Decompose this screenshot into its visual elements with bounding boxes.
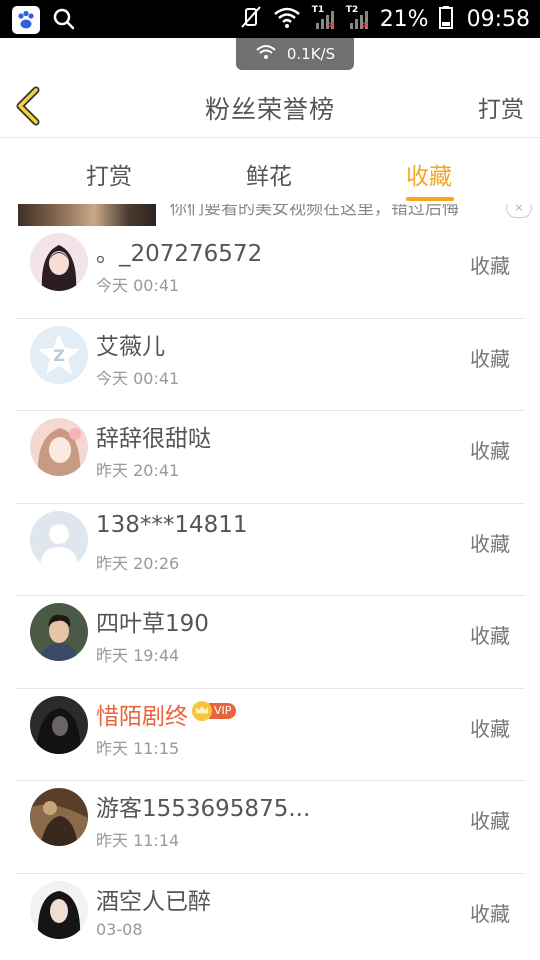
net-speed-value: 0.1K/S xyxy=(286,45,336,63)
list-item[interactable]: 138***14811 昨天 20:26 收藏 xyxy=(15,504,525,596)
user-name: 艾薇儿 xyxy=(96,333,165,360)
banner-image xyxy=(18,204,156,226)
avatar xyxy=(30,788,88,846)
vip-badge: VIP xyxy=(192,700,237,721)
timestamp: 昨天 11:14 xyxy=(96,831,180,850)
fan-list: 。_207276572 今天 00:41 收藏 Z 艾薇儿 今天 00:41 收… xyxy=(0,226,540,960)
status-bar: T1 × T2 × 21% 09:58 xyxy=(0,0,540,38)
user-name: 138***14811 xyxy=(96,511,248,538)
list-item[interactable]: 。_207276572 今天 00:41 收藏 xyxy=(15,226,525,319)
sim1-signal-icon: T1 × xyxy=(311,5,336,31)
list-item[interactable]: 游客1553695875... 昨天 11:14 收藏 xyxy=(15,781,525,874)
tab-bar: 打赏 鲜花 收藏 xyxy=(0,139,540,204)
crown-icon xyxy=(192,700,212,721)
list-item[interactable]: 惜陌剧终 VIP 昨天 11:15 收藏 xyxy=(15,689,525,781)
user-name-text: 惜陌剧终 xyxy=(96,703,188,730)
default-avatar xyxy=(30,510,88,569)
user-name: 惜陌剧终 VIP xyxy=(96,697,237,731)
list-item[interactable]: 辞辞很甜哒 昨天 20:41 收藏 xyxy=(15,411,525,504)
battery-percent: 21% xyxy=(379,6,429,32)
timestamp: 昨天 20:41 xyxy=(96,461,180,480)
net-speed-indicator: 0.1K/S xyxy=(236,38,354,70)
favorite-action[interactable]: 收藏 xyxy=(470,713,510,742)
timestamp: 昨天 19:44 xyxy=(96,646,180,665)
user-name: 游客1553695875... xyxy=(96,796,311,822)
battery-icon xyxy=(438,5,453,33)
avatar xyxy=(30,603,88,661)
favorite-action[interactable]: 收藏 xyxy=(470,898,510,927)
tab-favorites[interactable]: 收藏 xyxy=(406,157,452,191)
list-item[interactable]: 酒空人已醉 03-08 收藏 xyxy=(15,874,525,960)
avatar xyxy=(30,695,88,754)
timestamp: 今天 00:41 xyxy=(96,368,180,388)
sim2-signal-icon: T2 × xyxy=(345,5,370,31)
ad-banner[interactable]: 你们要看的美女视频在这里，错过后悔 × xyxy=(0,204,540,226)
wifi-icon xyxy=(255,43,277,65)
user-name: 四叶草190 xyxy=(96,611,209,637)
list-item[interactable]: 四叶草190 昨天 19:44 收藏 xyxy=(15,596,525,689)
user-name: 酒空人已醉 xyxy=(96,888,211,915)
favorite-action[interactable]: 收藏 xyxy=(470,620,510,649)
tab-reward[interactable]: 打赏 xyxy=(86,157,132,191)
page-title: 粉丝荣誉榜 xyxy=(204,95,335,124)
wifi-icon xyxy=(272,5,302,33)
tab-flowers[interactable]: 鲜花 xyxy=(246,157,292,191)
active-tab-indicator xyxy=(406,197,454,201)
banner-text: 你们要看的美女视频在这里，错过后悔 xyxy=(170,204,459,219)
status-time: 09:58 xyxy=(466,6,530,32)
list-item[interactable]: Z 艾薇儿 今天 00:41 收藏 xyxy=(15,319,525,411)
favorite-action[interactable]: 收藏 xyxy=(470,343,510,372)
favorite-action[interactable]: 收藏 xyxy=(470,805,510,834)
user-name: 辞辞很甜哒 xyxy=(96,426,211,452)
avatar xyxy=(30,418,88,476)
vip-label: VIP xyxy=(209,702,237,719)
timestamp: 今天 00:41 xyxy=(96,276,180,295)
vibrate-off-icon xyxy=(240,5,262,33)
favorite-action[interactable]: 收藏 xyxy=(470,528,510,557)
banner-close-button[interactable]: × xyxy=(506,204,532,218)
timestamp: 昨天 20:26 xyxy=(96,553,180,573)
search-icon xyxy=(52,7,76,35)
baidu-paw-icon xyxy=(12,6,40,34)
favorite-action[interactable]: 收藏 xyxy=(470,435,510,464)
avatar xyxy=(30,880,88,939)
timestamp: 03-08 xyxy=(96,919,143,939)
svg-text:Z: Z xyxy=(53,346,65,365)
avatar: Z xyxy=(30,325,88,384)
favorite-action[interactable]: 收藏 xyxy=(470,250,510,279)
user-name: 。_207276572 xyxy=(96,241,263,267)
timestamp: 昨天 11:15 xyxy=(96,738,180,758)
reward-button[interactable]: 打赏 xyxy=(478,90,524,124)
avatar xyxy=(30,233,88,291)
